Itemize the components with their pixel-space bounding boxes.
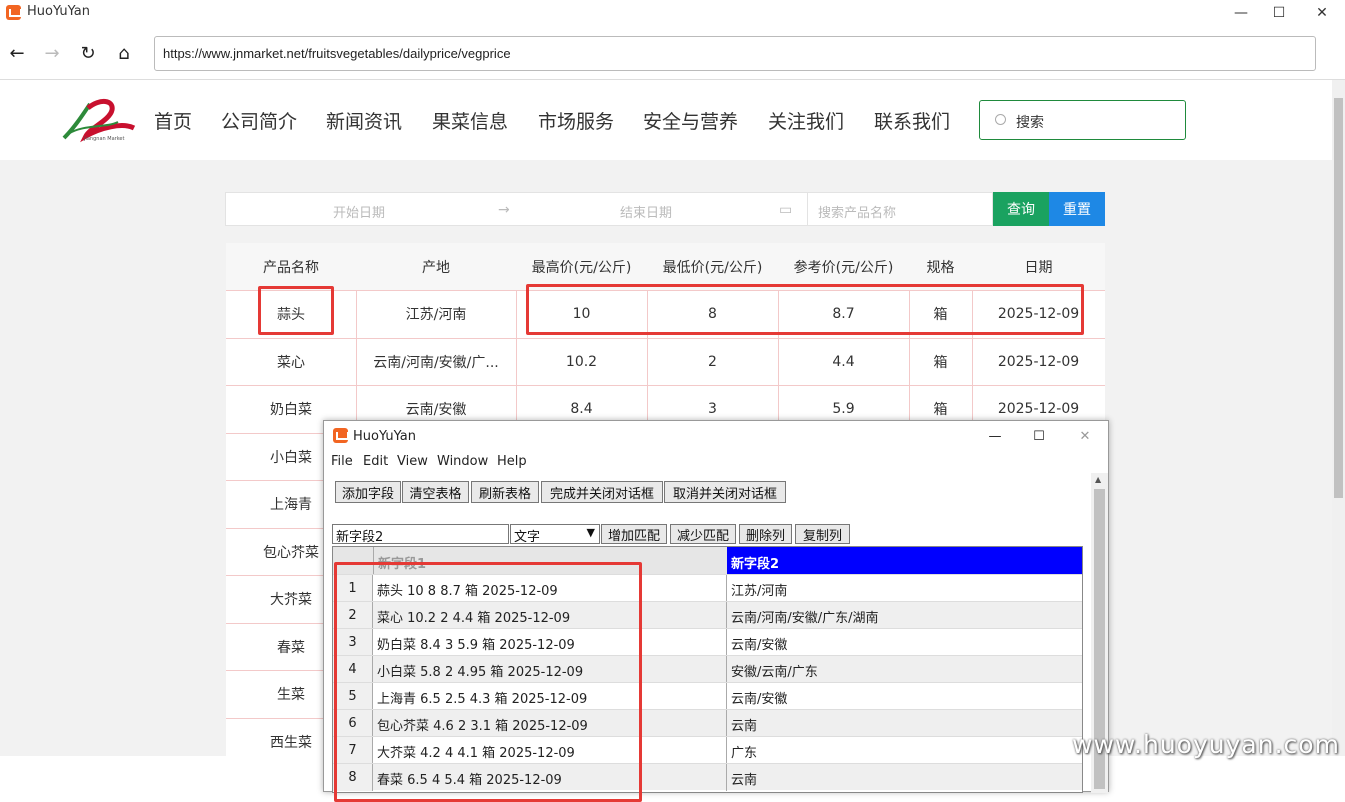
forward-icon[interactable]: → xyxy=(39,40,65,66)
nav-safety-nutrition[interactable]: 安全与营养 xyxy=(643,107,738,134)
clear-table-button[interactable]: 清空表格 xyxy=(402,481,469,503)
site-logo-text: Jiangnan Market xyxy=(84,136,125,142)
date-range-picker[interactable]: 开始日期 → 结束日期 ▭ 搜索产品名称 xyxy=(225,192,993,226)
header-ref-price: 参考价(元/公斤) xyxy=(793,259,894,276)
dialog-minimize-button[interactable]: — xyxy=(972,423,1018,449)
grid-cell-field2[interactable]: 云南/河南/安徽/广东/湖南 xyxy=(727,602,1082,629)
url-input[interactable]: https://www.jnmarket.net/fruitsvegetable… xyxy=(154,36,1316,71)
highlight-prices-box xyxy=(526,284,1084,335)
field-type-select[interactable]: 文字 ▼ xyxy=(510,524,600,545)
menu-window[interactable]: Window xyxy=(437,454,488,469)
arrow-right-icon: → xyxy=(498,202,510,218)
address-bar-row: ← → ↻ ⌂ https://www.jnmarket.net/fruitsv… xyxy=(0,26,1345,80)
reduce-match-button[interactable]: 减少匹配 xyxy=(670,524,736,544)
browser-title-bar: HuoYuYan — ☐ ✕ xyxy=(0,0,1345,26)
cell-max-price: 10.2 xyxy=(565,353,598,370)
page-scrollbar[interactable] xyxy=(1332,80,1345,756)
cell-ref-price: 4.4 xyxy=(832,353,855,370)
cell-origin: 江苏/河南 xyxy=(405,307,467,324)
reset-button[interactable]: 重置 xyxy=(1049,192,1105,226)
nav-home[interactable]: 首页 xyxy=(154,107,192,134)
dialog-menubar: File Edit View Window Help xyxy=(324,451,1108,473)
back-icon[interactable]: ← xyxy=(4,40,30,66)
price-table-header: 产品名称 产地 最高价(元/公斤) 最低价(元/公斤) 参考价(元/公斤) 规格… xyxy=(226,243,1105,290)
nav-contact-us[interactable]: 联系我们 xyxy=(874,107,950,134)
reload-icon[interactable]: ↻ xyxy=(75,40,101,66)
dialog-app-icon xyxy=(333,428,349,443)
end-date-input[interactable]: 结束日期 xyxy=(620,202,672,221)
highlight-field1-box xyxy=(334,562,642,802)
scroll-up-icon[interactable]: ▲ xyxy=(1095,475,1101,484)
start-date-input[interactable]: 开始日期 xyxy=(333,202,385,221)
app-title: HuoYuYan xyxy=(27,4,91,19)
site-header: Jiangnan Market 首页 公司简介 新闻资讯 果菜信息 市场服务 安… xyxy=(0,80,1332,160)
add-match-button[interactable]: 增加匹配 xyxy=(601,524,667,544)
grid-cell-field2[interactable]: 江苏/河南 xyxy=(727,575,1082,602)
cell-product: 菜心 xyxy=(277,354,305,371)
grid-cell-field2[interactable]: 云南 xyxy=(727,764,1082,791)
page-scrollbar-thumb[interactable] xyxy=(1334,98,1343,498)
field-type-value: 文字 xyxy=(514,530,541,545)
query-button[interactable]: 查询 xyxy=(993,192,1049,226)
refresh-table-button[interactable]: 刷新表格 xyxy=(471,481,539,503)
copy-column-button[interactable]: 复制列 xyxy=(795,524,850,544)
chevron-down-icon: ▼ xyxy=(586,526,595,539)
grid-cell-field2[interactable]: 广东 xyxy=(727,737,1082,764)
field-name-input[interactable]: 新字段2 xyxy=(332,524,509,545)
nav-market-services[interactable]: 市场服务 xyxy=(538,107,614,134)
grid-cell-field2[interactable]: 云南 xyxy=(727,710,1082,737)
finish-close-button[interactable]: 完成并关闭对话框 xyxy=(541,481,663,503)
menu-edit[interactable]: Edit xyxy=(363,454,388,469)
header-spec: 规格 xyxy=(926,259,955,276)
search-icon xyxy=(995,114,1006,125)
cancel-close-button[interactable]: 取消并关闭对话框 xyxy=(664,481,786,503)
cell-min-price: 2 xyxy=(708,353,717,370)
site-search-placeholder: 搜索 xyxy=(1016,115,1044,131)
calendar-icon: ▭ xyxy=(779,202,793,218)
price-table-row: 菜心 云南/河南/安徽/广... 10.2 2 4.4 箱 2025-12-09 xyxy=(226,337,1105,385)
cell-spec: 箱 xyxy=(933,354,948,371)
divider xyxy=(807,192,808,226)
maximize-button[interactable]: ☐ xyxy=(1256,0,1302,26)
header-date: 日期 xyxy=(1024,259,1053,276)
header-origin: 产地 xyxy=(422,259,450,276)
grid-cell-field2[interactable]: 云南/安徽 xyxy=(727,629,1082,656)
watermark: www.huoyuyan.com xyxy=(1072,730,1340,759)
header-max-price: 最高价(元/公斤) xyxy=(531,259,632,276)
nav-produce-info[interactable]: 果菜信息 xyxy=(432,107,508,134)
grid-cell-field2[interactable]: 云南/安徽 xyxy=(727,683,1082,710)
add-field-button[interactable]: 添加字段 xyxy=(335,481,401,503)
header-product: 产品名称 xyxy=(263,259,319,276)
home-icon[interactable]: ⌂ xyxy=(111,40,137,66)
nav-about[interactable]: 公司简介 xyxy=(221,107,297,134)
dialog-close-button[interactable]: ✕ xyxy=(1062,423,1108,449)
delete-column-button[interactable]: 删除列 xyxy=(739,524,792,544)
menu-view[interactable]: View xyxy=(397,454,428,469)
highlight-product-box xyxy=(258,286,334,335)
header-min-price: 最低价(元/公斤) xyxy=(662,259,763,276)
product-search-input[interactable]: 搜索产品名称 xyxy=(818,202,896,221)
grid-cell-field2[interactable]: 安徽/云南/广东 xyxy=(727,656,1082,683)
huoyuyan-dialog: HuoYuYan — ☐ ✕ File Edit View Window Hel… xyxy=(323,420,1109,802)
menu-file[interactable]: File xyxy=(331,454,353,469)
app-logo-icon xyxy=(6,5,22,20)
menu-help[interactable]: Help xyxy=(497,454,527,469)
nav-follow-us[interactable]: 关注我们 xyxy=(768,107,844,134)
nav-news[interactable]: 新闻资讯 xyxy=(326,107,402,134)
dialog-maximize-button[interactable]: ☐ xyxy=(1016,423,1062,449)
column-header-field2[interactable]: 新字段2 xyxy=(727,547,1082,574)
close-button[interactable]: ✕ xyxy=(1299,0,1345,26)
cell-date: 2025-12-09 xyxy=(997,353,1080,370)
cell-origin: 云南/河南/安徽/广... xyxy=(373,354,499,371)
dialog-title: HuoYuYan xyxy=(353,429,417,444)
site-search-input[interactable]: 搜索 xyxy=(979,100,1186,140)
